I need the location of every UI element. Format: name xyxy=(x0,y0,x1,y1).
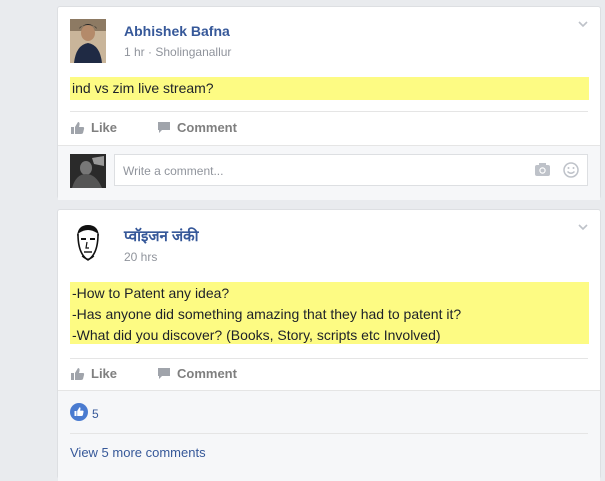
post-location[interactable]: Sholinganallur xyxy=(155,45,231,59)
author-name[interactable]: प्वॉइजन जंकी xyxy=(124,226,199,246)
post-card: प्वॉइजन जंकी 20 hrs -How to Patent any i… xyxy=(57,209,601,481)
post-text: ind vs zim live stream? xyxy=(70,77,589,100)
comment-composer xyxy=(58,145,600,200)
like-thumb-icon xyxy=(70,367,85,381)
like-label: Like xyxy=(91,366,118,381)
post-text-line: -What did you discover? (Books, Story, s… xyxy=(72,327,441,343)
camera-icon[interactable] xyxy=(534,162,551,182)
author-avatar[interactable] xyxy=(70,19,106,63)
post-time[interactable]: 20 hrs xyxy=(124,250,157,264)
like-thumb-icon xyxy=(70,121,85,135)
post-text-line: -How to Patent any idea? xyxy=(72,285,230,301)
post-text: -How to Patent any idea? -Has anyone did… xyxy=(70,282,589,344)
post-meta: 1 hr · Sholinganallur xyxy=(124,45,231,59)
reactions-summary[interactable]: 5 xyxy=(70,403,99,424)
post-text-line: -Has anyone did something amazing that t… xyxy=(72,306,462,322)
post-text-line: ind vs zim live stream? xyxy=(72,80,214,96)
emoji-icon[interactable] xyxy=(563,162,579,183)
divider xyxy=(70,358,588,359)
divider xyxy=(70,433,588,434)
like-button[interactable]: Like xyxy=(70,366,117,381)
meta-separator: · xyxy=(144,45,156,59)
chevron-down-icon[interactable] xyxy=(578,224,588,232)
comment-button[interactable]: Comment xyxy=(157,120,237,135)
like-button[interactable]: Like xyxy=(70,120,117,135)
comment-input[interactable] xyxy=(121,163,505,179)
comment-label: Comment xyxy=(177,120,237,135)
user-avatar[interactable] xyxy=(70,154,106,188)
post-time[interactable]: 1 hr xyxy=(124,45,145,59)
comments-section: 5 View 5 more comments xyxy=(58,390,600,481)
comment-bubble-icon xyxy=(157,367,171,380)
comment-label: Comment xyxy=(177,366,237,381)
author-name[interactable]: Abhishek Bafna xyxy=(124,23,230,39)
comment-button[interactable]: Comment xyxy=(157,366,237,381)
like-label: Like xyxy=(91,120,118,135)
like-reaction-icon xyxy=(70,403,88,424)
divider xyxy=(70,111,588,112)
post-card: Abhishek Bafna 1 hr · Sholinganallur ind… xyxy=(57,6,601,200)
chevron-down-icon[interactable] xyxy=(578,21,588,29)
comment-input-box xyxy=(114,154,588,186)
author-avatar[interactable] xyxy=(70,222,106,266)
comment-bubble-icon xyxy=(157,121,171,134)
like-count: 5 xyxy=(92,406,99,421)
view-more-comments-link[interactable]: View 5 more comments xyxy=(70,445,206,460)
